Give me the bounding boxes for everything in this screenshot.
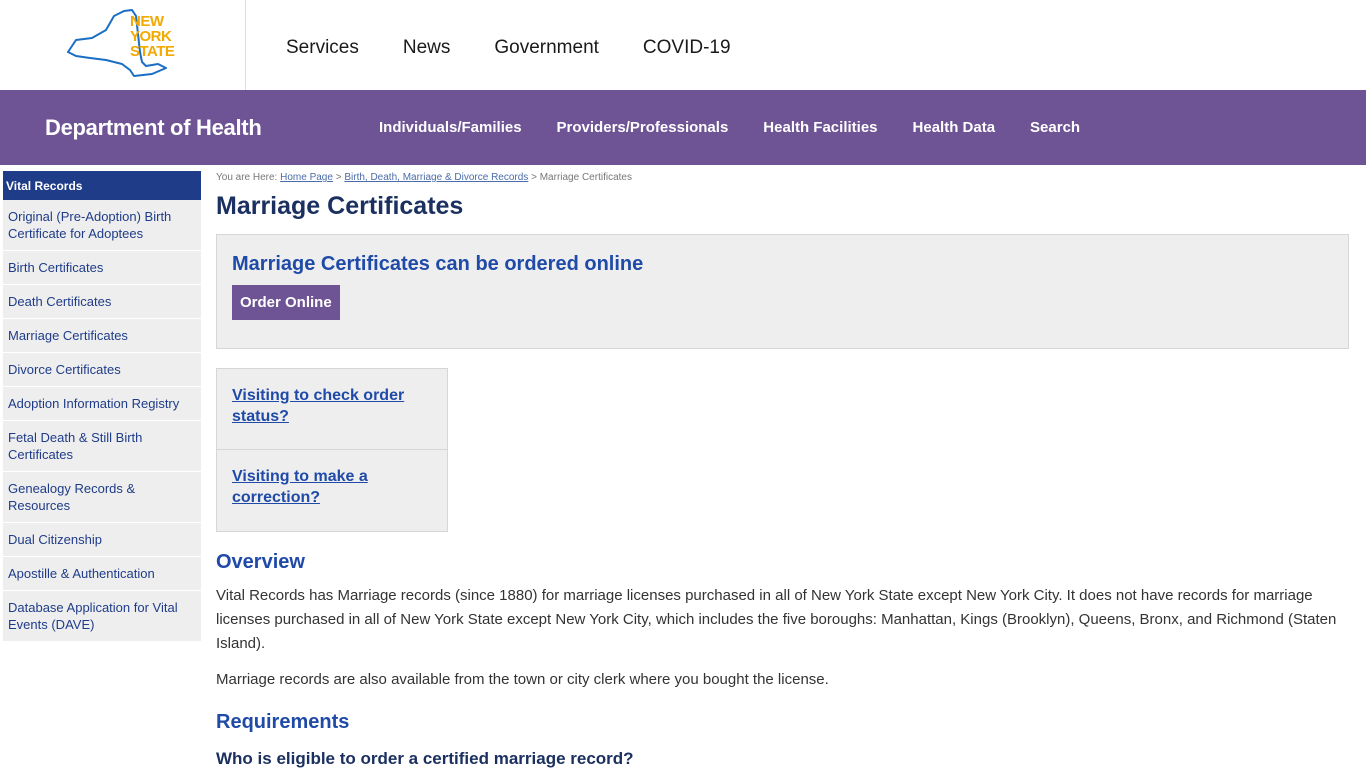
breadcrumb-separator: > [531,172,537,183]
sidebar-item-fetal-death[interactable]: Fetal Death & Still Birth Certificates [3,421,201,472]
sidebar-heading[interactable]: Vital Records [3,171,201,200]
dept-nav-individuals-families[interactable]: Individuals/Families [379,119,522,137]
order-online-button[interactable]: Order Online [232,285,340,320]
department-bar: Department of Health Individuals/Familie… [0,90,1366,165]
check-order-status-link[interactable]: Visiting to check order status? [232,387,404,425]
department-nav: Individuals/Families Providers/Professio… [379,119,1115,137]
dept-nav-health-facilities[interactable]: Health Facilities [763,119,877,137]
vital-records-sidebar: Vital Records Original (Pre-Adoption) Bi… [3,171,201,642]
requirements-heading: Requirements [216,711,350,733]
visit-item: Visiting to make a correction? [217,450,447,531]
breadcrumb-separator: > [335,172,342,183]
logo-wordmark[interactable]: NEW YORK STATE [130,13,175,60]
sidebar-item-pre-adoption-birth[interactable]: Original (Pre-Adoption) Birth Certificat… [3,200,201,251]
sidebar-item-apostille[interactable]: Apostille & Authentication [3,557,201,591]
breadcrumb-home-link[interactable]: Home Page [280,172,333,183]
visit-links-panel: Visiting to check order status? Visiting… [216,368,448,532]
nav-news[interactable]: News [403,36,451,60]
nav-government[interactable]: Government [494,36,599,60]
breadcrumb-current: Marriage Certificates [539,172,632,183]
eligibility-heading: Who is eligible to order a certified mar… [216,749,634,768]
dept-nav-health-data[interactable]: Health Data [913,119,996,137]
logo-line-york: YORK [130,28,172,45]
dept-nav-search[interactable]: Search [1030,119,1080,137]
sidebar-item-marriage-certificates[interactable]: Marriage Certificates [3,319,201,353]
header-divider [245,0,246,90]
make-correction-link[interactable]: Visiting to make a correction? [232,468,368,506]
nav-covid-19[interactable]: COVID-19 [643,36,731,60]
nav-services[interactable]: Services [286,36,359,60]
breadcrumb: You are Here: Home Page > Birth, Death, … [216,171,1350,185]
global-header: NEW YORK STATE Services News Government … [0,0,1366,90]
breadcrumb-prefix: You are Here: [216,172,278,183]
order-online-heading: Marriage Certificates can be ordered onl… [232,253,644,275]
department-title[interactable]: Department of Health [45,115,262,141]
sidebar-item-dual-citizenship[interactable]: Dual Citizenship [3,523,201,557]
overview-paragraph-2: Marriage records are also available from… [216,671,829,688]
logo-line-new: NEW [130,13,164,30]
visit-item: Visiting to check order status? [217,369,447,450]
breadcrumb-section-link[interactable]: Birth, Death, Marriage & Divorce Records [344,172,528,183]
sidebar-item-birth-certificates[interactable]: Birth Certificates [3,251,201,285]
sidebar-item-divorce-certificates[interactable]: Divorce Certificates [3,353,201,387]
main-content: You are Here: Home Page > Birth, Death, … [216,171,1350,768]
global-nav: Services News Government COVID-19 [286,36,775,60]
logo-line-state: STATE [130,43,175,60]
sidebar-item-genealogy[interactable]: Genealogy Records & Resources [3,472,201,523]
dept-nav-providers-professionals[interactable]: Providers/Professionals [557,119,729,137]
sidebar-item-adoption-registry[interactable]: Adoption Information Registry [3,387,201,421]
overview-paragraph-1: Vital Records has Marriage records (sinc… [216,587,1337,652]
sidebar-item-death-certificates[interactable]: Death Certificates [3,285,201,319]
overview-heading: Overview [216,551,305,573]
sidebar-item-dave[interactable]: Database Application for Vital Events (D… [3,591,201,642]
order-online-panel: Marriage Certificates can be ordered onl… [216,234,1349,349]
page-title: Marriage Certificates [216,192,464,220]
